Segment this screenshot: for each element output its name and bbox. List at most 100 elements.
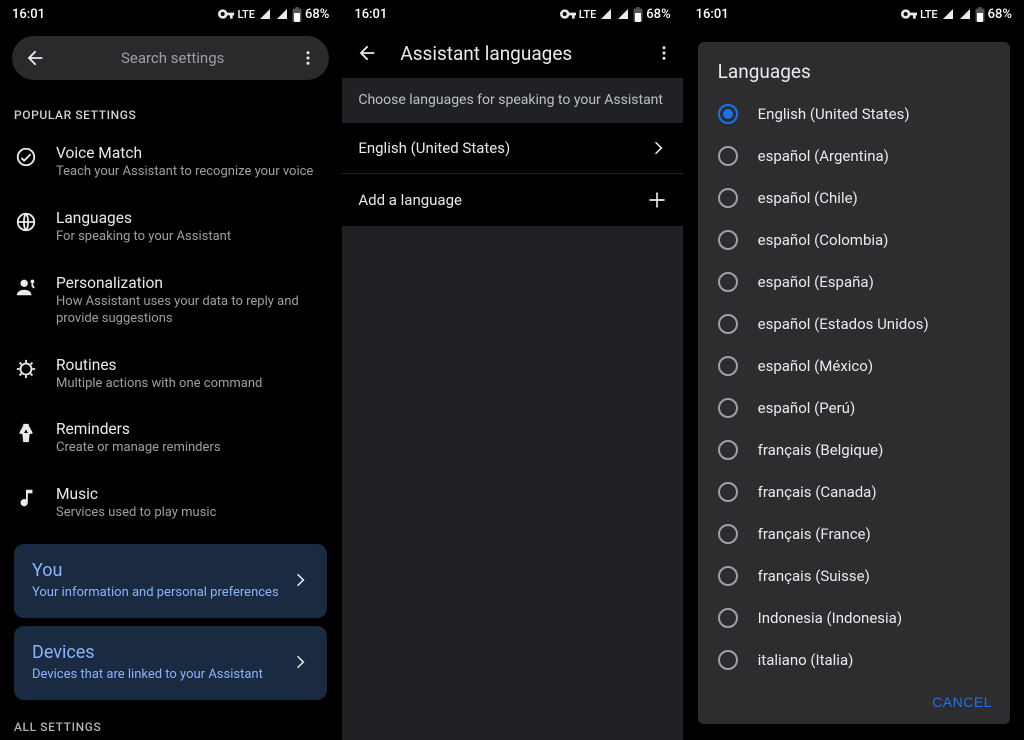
devices-card-subtitle: Devices that are linked to your Assistan…	[32, 667, 281, 682]
back-arrow-icon[interactable]	[24, 47, 46, 69]
radio-icon	[718, 356, 738, 376]
setting-subtitle: Teach your Assistant to recognize your v…	[56, 164, 327, 181]
setting-item-voice-match[interactable]: Voice Match Teach your Assistant to recog…	[0, 130, 341, 195]
back-arrow-icon[interactable]	[356, 42, 378, 64]
setting-title: Voice Match	[56, 144, 327, 162]
language-option[interactable]: français (Belgique)	[698, 429, 1010, 471]
devices-card[interactable]: Devices Devices that are linked to your …	[14, 626, 327, 700]
signal-1-icon	[941, 8, 955, 20]
vpn-key-icon	[560, 9, 576, 19]
plus-icon	[647, 190, 667, 210]
language-option-label: español (Colombia)	[758, 231, 889, 249]
reminders-icon	[14, 420, 38, 444]
routines-icon	[14, 356, 38, 380]
vpn-key-icon	[218, 9, 234, 19]
you-card[interactable]: You Your information and personal prefer…	[14, 544, 327, 618]
language-option-label: español (México)	[758, 357, 873, 375]
status-right: LTE 68%	[218, 7, 329, 22]
language-option[interactable]: français (France)	[698, 513, 1010, 555]
language-option-label: español (Perú)	[758, 399, 856, 417]
setting-title: Personalization	[56, 274, 327, 292]
chevron-right-icon	[649, 139, 667, 157]
more-vert-icon[interactable]	[655, 44, 673, 62]
battery-icon	[975, 7, 985, 22]
globe-icon	[14, 209, 38, 233]
battery-icon	[292, 7, 302, 22]
language-option-label: français (Suisse)	[758, 567, 870, 585]
language-option[interactable]: italiano (Italia)	[698, 639, 1010, 681]
setting-subtitle: Services used to play music	[56, 505, 327, 522]
status-time: 16:01	[696, 7, 729, 22]
language-option[interactable]: Indonesia (Indonesia)	[698, 597, 1010, 639]
more-vert-icon[interactable]	[299, 49, 317, 67]
radio-icon	[718, 314, 738, 334]
current-language-label: English (United States)	[358, 139, 510, 157]
dialog-list: English (United States) español (Argentin…	[698, 93, 1010, 684]
language-option-label: italiano (Italia)	[758, 651, 854, 669]
chevron-right-icon	[291, 653, 309, 671]
language-option[interactable]: español (México)	[698, 345, 1010, 387]
setting-title: Languages	[56, 209, 327, 227]
status-right: LTE 68%	[901, 7, 1012, 22]
language-option-label: français (Belgique)	[758, 441, 884, 459]
status-time: 16:01	[12, 7, 45, 22]
setting-item-music[interactable]: MusicServices used to play music	[0, 471, 341, 536]
add-language-row[interactable]: Add a language	[342, 174, 682, 226]
radio-icon	[718, 440, 738, 460]
language-option[interactable]: français (Suisse)	[698, 555, 1010, 597]
setting-item-languages[interactable]: Languages For speaking to your Assistant	[0, 195, 341, 260]
radio-icon	[718, 608, 738, 628]
setting-item-reminders[interactable]: RemindersCreate or manage reminders	[0, 406, 341, 471]
network-label: LTE	[237, 8, 255, 21]
language-option-label: Indonesia (Indonesia)	[758, 609, 902, 627]
setting-subtitle: Multiple actions with one command	[56, 376, 327, 393]
voice-match-icon	[14, 144, 38, 168]
setting-title: Routines	[56, 356, 327, 374]
language-option-label: español (España)	[758, 273, 874, 291]
languages-dialog: Languages English (United States) español…	[698, 42, 1010, 724]
you-card-title: You	[32, 560, 281, 581]
radio-icon	[718, 104, 738, 124]
app-bar: Assistant languages	[342, 28, 682, 78]
status-right: LTE 68%	[560, 7, 671, 22]
radio-icon	[718, 230, 738, 250]
popular-section-label: POPULAR SETTINGS	[0, 90, 341, 130]
language-option[interactable]: español (Argentina)	[698, 135, 1010, 177]
search-settings-bar[interactable]: Search settings	[12, 36, 329, 80]
setting-subtitle: Create or manage reminders	[56, 440, 327, 457]
status-time: 16:01	[354, 7, 387, 22]
music-icon	[14, 485, 38, 509]
language-option-label: español (Estados Unidos)	[758, 315, 929, 333]
helper-text: Choose languages for speaking to your As…	[342, 78, 682, 122]
language-option-label: español (Argentina)	[758, 147, 889, 165]
you-card-subtitle: Your information and personal preference…	[32, 585, 281, 600]
language-option[interactable]: español (Chile)	[698, 177, 1010, 219]
setting-item-routines[interactable]: Routines Multiple actions with one comman…	[0, 342, 341, 407]
language-option[interactable]: español (Colombia)	[698, 219, 1010, 261]
language-option[interactable]: español (España)	[698, 261, 1010, 303]
battery-pct: 68%	[305, 7, 329, 22]
dialog-title: Languages	[698, 42, 1010, 93]
settings-panel: 16:01 LTE 68% Search settings POPULAR SE…	[0, 0, 341, 740]
setting-subtitle: For speaking to your Assistant	[56, 229, 327, 246]
language-option[interactable]: español (Estados Unidos)	[698, 303, 1010, 345]
status-bar: 16:01 LTE 68%	[0, 0, 341, 28]
devices-card-title: Devices	[32, 642, 281, 663]
language-option[interactable]: español (Perú)	[698, 387, 1010, 429]
network-label: LTE	[920, 8, 938, 21]
language-option[interactable]: français (Canada)	[698, 471, 1010, 513]
language-option-label: español (Chile)	[758, 189, 858, 207]
vpn-key-icon	[901, 9, 917, 19]
person-icon	[14, 274, 38, 298]
add-language-label: Add a language	[358, 191, 462, 209]
radio-icon	[718, 566, 738, 586]
language-option[interactable]: English (United States)	[698, 93, 1010, 135]
language-option-label: français (Canada)	[758, 483, 877, 501]
network-label: LTE	[579, 8, 597, 21]
signal-1-icon	[599, 8, 613, 20]
setting-item-personalization[interactable]: PersonalizationHow Assistant uses your d…	[0, 260, 341, 342]
radio-icon	[718, 482, 738, 502]
cancel-button[interactable]: CANCEL	[932, 694, 992, 710]
current-language-row[interactable]: English (United States)	[342, 123, 682, 173]
battery-pct: 68%	[988, 7, 1012, 22]
